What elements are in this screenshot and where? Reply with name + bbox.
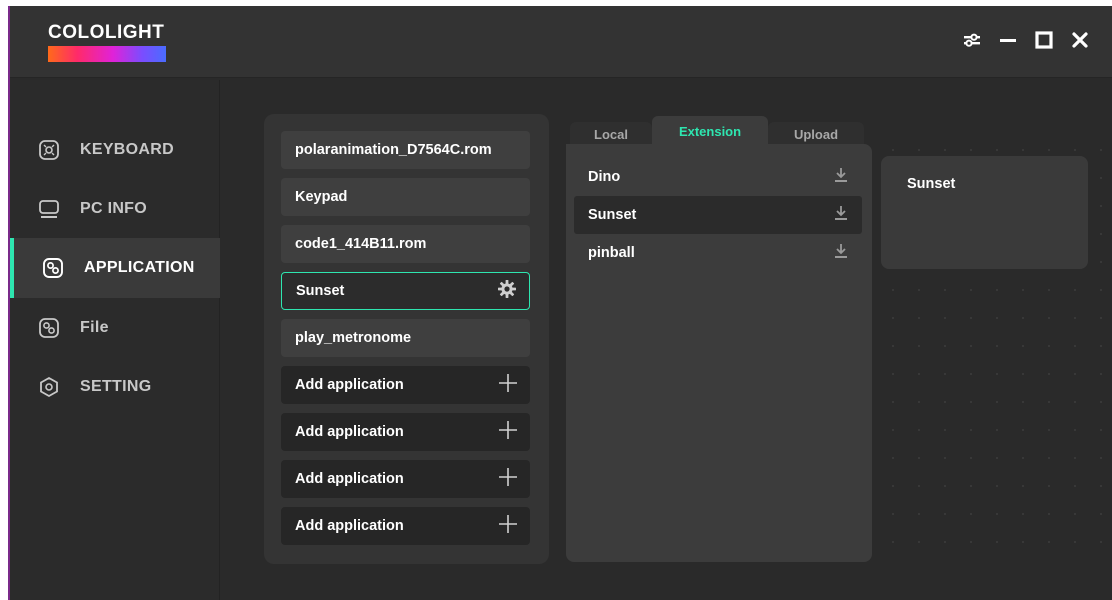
- app-slot-label: Add application: [295, 471, 404, 487]
- window-controls: [962, 30, 1090, 50]
- add-application-slot[interactable]: Add application: [281, 460, 530, 498]
- library-item-label: pinball: [588, 245, 635, 261]
- tab-upload[interactable]: Upload: [768, 122, 864, 146]
- library-list: Dino Sunset pinball: [566, 144, 872, 562]
- app-slot-label: Sunset: [296, 283, 345, 299]
- download-icon[interactable]: [834, 205, 848, 225]
- sidebar-item-setting[interactable]: SETTING: [10, 357, 220, 417]
- sidebar-item-label: PC INFO: [80, 200, 147, 217]
- download-icon[interactable]: [834, 167, 848, 187]
- file-icon: [38, 317, 60, 339]
- keyboard-icon: [38, 139, 60, 161]
- monitor-icon: [38, 198, 60, 220]
- sidebar-item-keyboard[interactable]: KEYBOARD: [10, 120, 220, 180]
- plus-icon[interactable]: [498, 373, 518, 397]
- applications-panel: polaranimation_D7564C.rom Keypad code1_4…: [264, 114, 549, 564]
- library-panel: Local Extension Upload Dino Sunset pinba…: [566, 114, 872, 562]
- add-application-slot[interactable]: Add application: [281, 366, 530, 404]
- sidebar-item-file[interactable]: File: [10, 298, 220, 358]
- app-slot-label: Add application: [295, 377, 404, 393]
- app-slot[interactable]: polaranimation_D7564C.rom: [281, 131, 530, 169]
- plus-icon[interactable]: [498, 420, 518, 444]
- app-slot-label: polaranimation_D7564C.rom: [295, 142, 492, 158]
- close-icon[interactable]: [1070, 30, 1090, 50]
- app-slot[interactable]: play_metronome: [281, 319, 530, 357]
- library-item-label: Dino: [588, 169, 621, 185]
- download-icon[interactable]: [834, 243, 848, 263]
- sliders-icon[interactable]: [962, 30, 982, 50]
- app-slot-label: Add application: [295, 424, 404, 440]
- library-item[interactable]: Dino: [574, 158, 862, 196]
- sidebar-item-pc-info[interactable]: PC INFO: [10, 179, 220, 239]
- plus-icon[interactable]: [498, 514, 518, 538]
- preview-card: Sunset: [881, 156, 1088, 269]
- add-application-slot[interactable]: Add application: [281, 507, 530, 545]
- library-item-selected[interactable]: Sunset: [574, 196, 862, 234]
- app-slot-label: code1_414B11.rom: [295, 236, 427, 252]
- sidebar-item-label: KEYBOARD: [80, 141, 174, 158]
- library-tabs: Local Extension Upload: [570, 116, 866, 146]
- library-item-label: Sunset: [588, 207, 637, 223]
- gear-icon[interactable]: [497, 279, 517, 303]
- sidebar-item-label: File: [80, 319, 109, 336]
- sidebar-item-application[interactable]: APPLICATION: [10, 238, 220, 298]
- preview-title: Sunset: [907, 176, 956, 192]
- tab-local[interactable]: Local: [570, 122, 652, 146]
- logo-text: COLOLIGHT: [48, 22, 165, 43]
- app-slot[interactable]: code1_414B11.rom: [281, 225, 530, 263]
- sidebar-item-label: APPLICATION: [84, 259, 195, 276]
- app-slot-label: Add application: [295, 518, 404, 534]
- cololight-logo: COLOLIGHT: [48, 22, 168, 62]
- app-window: COLOLIGHT KEYBOARD PC INFO APPLICATION F…: [8, 6, 1112, 600]
- hexagon-icon: [38, 376, 60, 398]
- sidebar: KEYBOARD PC INFO APPLICATION File SETTIN…: [10, 80, 220, 600]
- app-slot-selected[interactable]: Sunset: [281, 272, 530, 310]
- library-item[interactable]: pinball: [574, 234, 862, 272]
- sidebar-item-label: SETTING: [80, 378, 152, 395]
- title-bar: COLOLIGHT: [10, 6, 1112, 78]
- app-slot-label: Keypad: [295, 189, 348, 205]
- plus-icon[interactable]: [498, 467, 518, 491]
- tab-extension[interactable]: Extension: [652, 116, 768, 146]
- logo-gradient-bar: [48, 46, 166, 62]
- app-slot-label: play_metronome: [295, 330, 412, 346]
- add-application-slot[interactable]: Add application: [281, 413, 530, 451]
- application-icon: [42, 257, 64, 279]
- maximize-icon[interactable]: [1034, 30, 1054, 50]
- app-slot[interactable]: Keypad: [281, 178, 530, 216]
- minimize-icon[interactable]: [998, 30, 1018, 50]
